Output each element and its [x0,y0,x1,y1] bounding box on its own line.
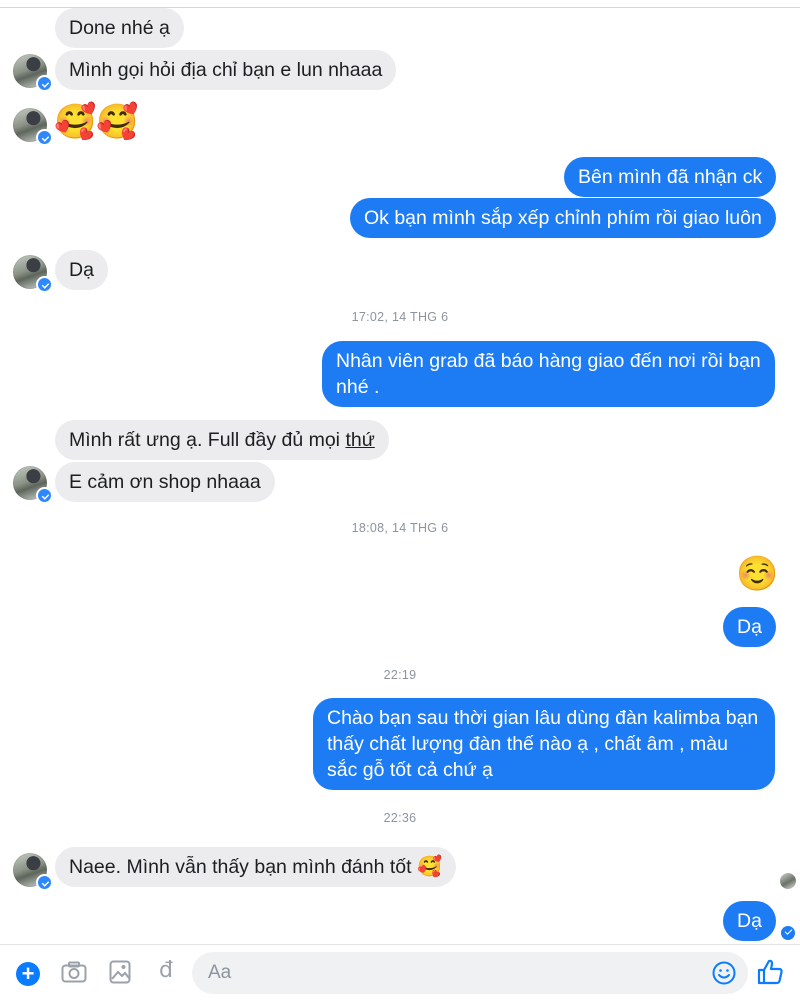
input-placeholder: Aa [208,962,232,983]
message-text: Dạ [737,616,762,638]
emoji-message[interactable]: 🥰🥰 [54,102,139,142]
plus-icon[interactable]: + [16,962,40,986]
message-text: Ok bạn mình sắp xếp chỉnh phím rồi giao … [364,207,762,229]
emoji-message[interactable]: ☺️ [736,554,778,594]
message-text: Bên mình đã nhận ck [578,166,763,188]
message-text: Mình gọi hỏi địa chỉ bạn e lun nhaaa [69,59,383,81]
payment-icon[interactable]: đ [159,958,173,983]
underlined-word: thứ [345,429,375,451]
message-text: Mình rất ưng ạ. Full đầy đủ mọi [69,429,346,451]
emoji-picker-icon[interactable] [712,961,736,985]
message-composer: + đ Aa [0,944,800,1001]
messenger-badge-icon [36,276,53,293]
timestamp: 17:02, 14 THG 6 [351,310,449,324]
message-text: Chào bạn sau thời gian lâu dùng đàn kali… [327,707,759,781]
like-icon[interactable] [757,958,783,986]
message-text: Nhân viên grab đã báo hàng giao đến nơi … [336,350,761,398]
camera-icon[interactable] [61,961,87,983]
timestamp: 22:19 [383,668,417,682]
message-text: Naee. Mình vẫn thấy bạn mình đánh tốt [69,856,417,878]
image-icon[interactable] [109,960,131,984]
messenger-badge-icon [36,487,53,504]
incoming-message[interactable]: Dạ [55,250,108,290]
incoming-message[interactable]: Done nhé ạ [55,8,184,48]
outgoing-message[interactable]: Dạ [723,607,776,647]
message-text: E cảm ơn shop nhaaa [69,471,261,493]
incoming-message[interactable]: E cảm ơn shop nhaaa [55,462,275,502]
incoming-message[interactable]: Mình rất ưng ạ. Full đầy đủ mọi thứ [55,420,389,460]
messenger-badge-icon [36,874,53,891]
messenger-badge-icon [36,129,53,146]
message-text: Done nhé ạ [69,17,170,39]
outgoing-message[interactable]: Bên mình đã nhận ck [564,157,777,197]
message-text: Dạ [737,910,762,932]
message-text: Dạ [69,259,94,281]
outgoing-message[interactable]: Chào bạn sau thời gian lâu dùng đàn kali… [313,698,775,790]
outgoing-message[interactable]: Dạ [723,901,776,941]
timestamp: 18:08, 14 THG 6 [351,521,449,535]
messenger-badge-icon [36,75,53,92]
outgoing-message[interactable]: Nhân viên grab đã báo hàng giao đến nơi … [322,341,775,407]
incoming-message[interactable]: Mình gọi hỏi địa chỉ bạn e lun nhaaa [55,50,397,90]
timestamp: 22:36 [383,811,417,825]
seen-indicator-avatar [780,873,796,889]
inline-emoji: 🥰 [416,856,442,878]
delivered-check-icon [781,926,795,940]
message-input[interactable]: Aa [192,952,748,994]
outgoing-message[interactable]: Ok bạn mình sắp xếp chỉnh phím rồi giao … [350,198,776,238]
incoming-message[interactable]: Naee. Mình vẫn thấy bạn mình đánh tốt 🥰 [55,847,456,887]
